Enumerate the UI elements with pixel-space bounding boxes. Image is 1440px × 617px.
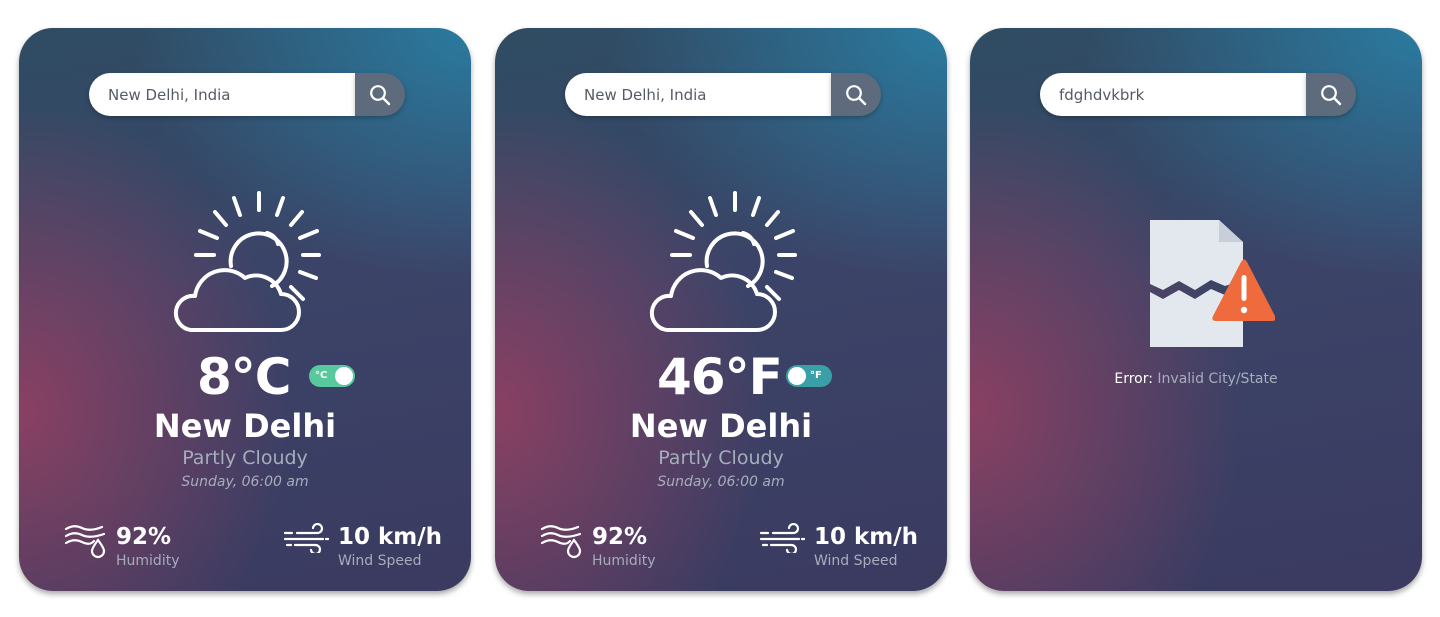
humidity-label: Humidity bbox=[592, 553, 656, 569]
weather-card-celsius: 8°C °C New Delhi Partly Cloudy Sunday, 0… bbox=[19, 28, 471, 591]
wind-speed-value: 10 km/h bbox=[338, 524, 443, 550]
partly-cloudy-icon bbox=[173, 191, 321, 332]
humidity-icon bbox=[64, 525, 106, 559]
weather-card-fahrenheit: 46°F °F New Delhi Partly Cloudy Sunday, … bbox=[495, 28, 947, 591]
search-bar bbox=[565, 73, 881, 116]
weather-app-showcase: 8°C °C New Delhi Partly Cloudy Sunday, 0… bbox=[0, 0, 1440, 617]
humidity-stat: 92% Humidity bbox=[540, 523, 680, 573]
error-message: Invalid City/State bbox=[1157, 371, 1278, 387]
error-text: Error: Invalid City/State bbox=[970, 370, 1422, 388]
search-icon bbox=[846, 84, 867, 105]
error-label: Error: bbox=[1114, 371, 1153, 387]
humidity-stat: 92% Humidity bbox=[64, 523, 204, 573]
weather-card-error: Error: Invalid City/State bbox=[970, 28, 1422, 591]
temperature-row: 46°F °F bbox=[495, 346, 947, 408]
wind-icon bbox=[759, 523, 805, 553]
search-icon bbox=[1321, 84, 1342, 105]
search-button[interactable] bbox=[355, 73, 405, 116]
unit-toggle[interactable]: °F bbox=[786, 365, 832, 387]
humidity-label: Humidity bbox=[116, 553, 180, 569]
wind-speed-label: Wind Speed bbox=[338, 553, 422, 569]
toggle-unit-label: °C bbox=[315, 370, 328, 381]
wind-stat: 10 km/h Wind Speed bbox=[759, 523, 929, 573]
city-name: New Delhi bbox=[629, 407, 813, 445]
weather-condition: Partly Cloudy bbox=[658, 447, 784, 469]
wind-speed-value: 10 km/h bbox=[814, 524, 919, 550]
search-button[interactable] bbox=[831, 73, 881, 116]
search-bar bbox=[1040, 73, 1356, 116]
partly-cloudy-icon bbox=[649, 191, 797, 332]
search-icon bbox=[370, 84, 391, 105]
temperature-value: 8°C bbox=[197, 348, 291, 406]
date-time: Sunday, 06:00 am bbox=[181, 474, 309, 490]
search-input[interactable] bbox=[1040, 73, 1306, 116]
wind-stat: 10 km/h Wind Speed bbox=[283, 523, 453, 573]
search-button[interactable] bbox=[1306, 73, 1356, 116]
unit-toggle[interactable]: °C bbox=[309, 365, 355, 387]
date-time: Sunday, 06:00 am bbox=[657, 474, 785, 490]
humidity-value: 92% bbox=[116, 524, 172, 550]
city-name: New Delhi bbox=[153, 407, 337, 445]
humidity-value: 92% bbox=[592, 524, 648, 550]
weather-condition: Partly Cloudy bbox=[182, 447, 308, 469]
temperature-value: 46°F bbox=[657, 348, 783, 406]
temperature-row: 8°C °C bbox=[19, 346, 471, 408]
search-input[interactable] bbox=[565, 73, 831, 116]
wind-speed-label: Wind Speed bbox=[814, 553, 898, 569]
toggle-knob bbox=[788, 367, 806, 385]
toggle-unit-label: °F bbox=[810, 370, 822, 381]
search-input[interactable] bbox=[89, 73, 355, 116]
wind-icon bbox=[283, 523, 329, 553]
broken-file-warning-icon bbox=[1150, 220, 1275, 347]
humidity-icon bbox=[540, 525, 582, 559]
toggle-knob bbox=[335, 367, 353, 385]
search-bar bbox=[89, 73, 405, 116]
